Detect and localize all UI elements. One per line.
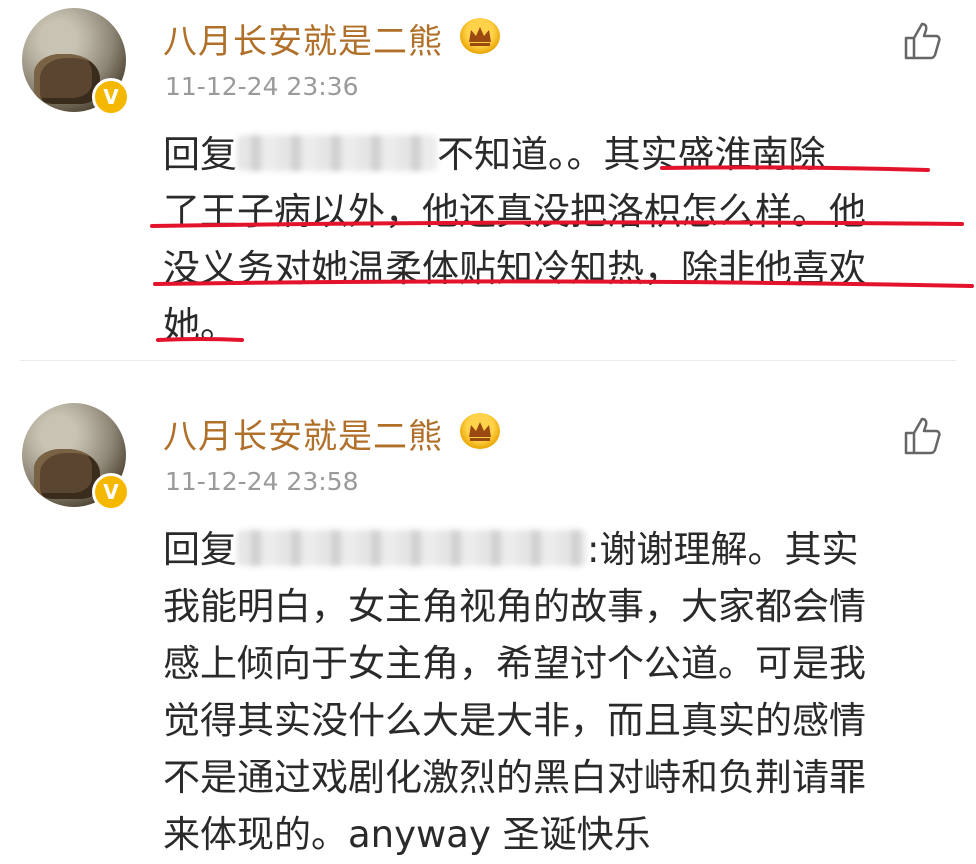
verified-badge-icon: V — [92, 473, 130, 511]
thumbs-up-icon[interactable] — [900, 413, 944, 457]
comment-item: V 八月长安就是二熊 11-12-24 23:58 回复 :谢谢理解。其实 我能明… — [0, 395, 976, 864]
username[interactable]: 八月长安就是二熊 — [163, 409, 443, 458]
text-line: 她。 — [163, 304, 237, 347]
text-line: 感上倾向于女主角，希望讨个公道。可是我 — [163, 642, 866, 685]
crown-icon — [460, 413, 500, 449]
verified-badge-icon: V — [92, 78, 130, 116]
crown-icon — [460, 18, 500, 54]
text-line: 觉得其实没什么大是大非，而且真实的感情 — [163, 699, 866, 742]
timestamp: 11-12-24 23:58 — [165, 467, 359, 496]
text-line: 了王子病以外，他还真没把洛枳怎么样。他 — [163, 190, 866, 233]
text-line: 不是通过戏剧化激烈的黑白对峙和负荆请罪 — [163, 756, 866, 799]
text-line: 没义务对她温柔体贴知冷知热，除非他喜欢 — [163, 247, 866, 290]
text-line: 来体现的。anyway 圣诞快乐 — [163, 813, 651, 856]
comment-text: 回复 不知道。。其实盛淮南除 了王子病以外，他还真没把洛枳怎么样。他 没义务对她温… — [163, 126, 866, 354]
blurred-username — [237, 530, 587, 566]
comment-text: 回复 :谢谢理解。其实 我能明白，女主角视角的故事，大家都会情 感上倾向于女主角，… — [163, 521, 866, 863]
timestamp: 11-12-24 23:36 — [165, 72, 359, 101]
comment-item: V 八月长安就是二熊 11-12-24 23:36 回复 不知道。。其实盛淮南除 … — [0, 0, 976, 360]
divider — [20, 360, 956, 361]
blurred-username — [237, 135, 437, 171]
text-line: :谢谢理解。其实 — [587, 528, 859, 571]
reply-prefix: 回复 — [163, 528, 237, 571]
username[interactable]: 八月长安就是二熊 — [163, 14, 443, 63]
reply-prefix: 回复 — [163, 133, 237, 176]
thumbs-up-icon[interactable] — [900, 18, 944, 62]
text-line: 我能明白，女主角视角的故事，大家都会情 — [163, 585, 866, 628]
text-line: 不知道。。其实盛淮南除 — [437, 133, 826, 176]
